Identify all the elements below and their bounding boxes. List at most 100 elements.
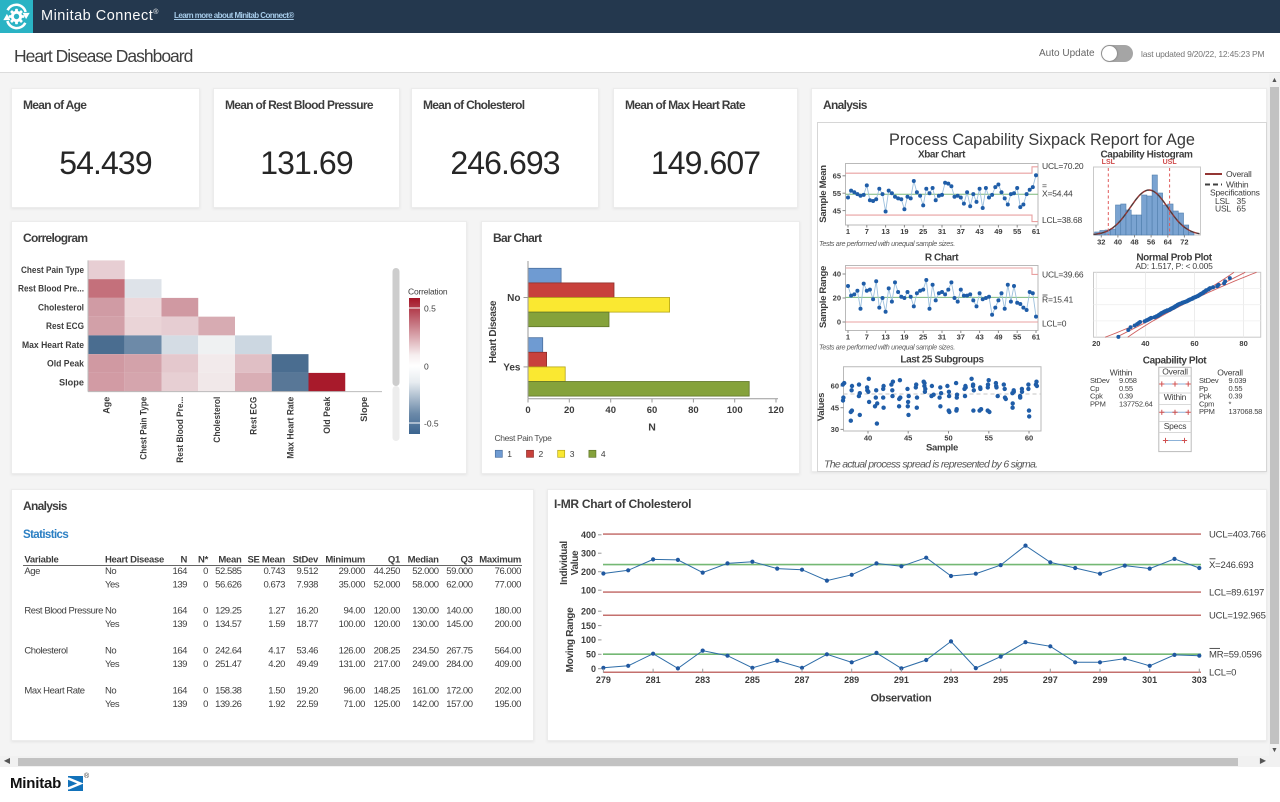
- svg-text:N: N: [180, 555, 187, 566]
- svg-text:0: 0: [203, 579, 208, 590]
- svg-text:Max Heart Rate: Max Heart Rate: [285, 397, 296, 459]
- svg-text:Q3: Q3: [461, 555, 473, 566]
- svg-text:Age: Age: [24, 566, 40, 577]
- svg-text:131.00: 131.00: [339, 659, 366, 670]
- svg-text:1: 1: [507, 449, 512, 459]
- svg-text:18.77: 18.77: [296, 619, 318, 630]
- svg-text:0: 0: [591, 664, 596, 674]
- svg-text:40: 40: [833, 270, 841, 279]
- svg-text:MR=59.0596: MR=59.0596: [1209, 649, 1262, 660]
- svg-text:45: 45: [904, 434, 912, 443]
- svg-text:LSL: LSL: [1102, 159, 1116, 166]
- svg-text:Variable: Variable: [24, 555, 58, 566]
- svg-text:25: 25: [919, 227, 927, 236]
- svg-text:Heart Disease: Heart Disease: [488, 300, 499, 363]
- svg-text:-0.5: -0.5: [424, 419, 439, 429]
- svg-text:SE Mean: SE Mean: [248, 555, 286, 566]
- svg-text:Heart Disease: Heart Disease: [105, 555, 164, 566]
- svg-text:60: 60: [647, 405, 658, 416]
- svg-text:LCL=89.6197: LCL=89.6197: [1209, 587, 1264, 598]
- svg-text:65: 65: [833, 172, 841, 181]
- svg-text:164: 164: [172, 566, 187, 577]
- svg-text:PPM: PPM: [1199, 407, 1215, 416]
- svg-text:Sample Mean: Sample Mean: [818, 165, 829, 223]
- svg-text:Old Peak: Old Peak: [322, 396, 333, 434]
- svg-text:22.59: 22.59: [296, 699, 318, 710]
- svg-text:43: 43: [975, 227, 983, 236]
- svg-text:293: 293: [943, 675, 958, 685]
- svg-text:Chest Pain Type: Chest Pain Type: [138, 397, 149, 460]
- svg-text:60: 60: [1025, 434, 1033, 443]
- svg-text:The actual process spread is r: The actual process spread is represented…: [824, 459, 1037, 471]
- svg-text:52.585: 52.585: [215, 566, 242, 577]
- svg-text:137068.58: 137068.58: [1229, 407, 1263, 416]
- svg-text:Mean: Mean: [218, 555, 242, 566]
- svg-text:285: 285: [745, 675, 760, 685]
- svg-text:Xbar Chart: Xbar Chart: [918, 150, 966, 161]
- svg-text:142.00: 142.00: [412, 699, 439, 710]
- svg-text:200.00: 200.00: [495, 619, 522, 630]
- svg-text:Minimum: Minimum: [325, 555, 365, 566]
- svg-text:Values: Values: [816, 393, 827, 421]
- svg-text:65: 65: [1237, 203, 1247, 213]
- svg-text:139.26: 139.26: [215, 699, 242, 710]
- svg-text:45: 45: [833, 206, 841, 215]
- svg-text:Rest Blood Pressure: Rest Blood Pressure: [24, 606, 103, 617]
- svg-text:279: 279: [596, 675, 611, 685]
- svg-text:19.20: 19.20: [296, 686, 318, 697]
- svg-text:Observation: Observation: [871, 693, 932, 705]
- svg-text:0: 0: [424, 362, 429, 372]
- svg-text:100: 100: [727, 405, 743, 416]
- svg-text:37: 37: [957, 333, 965, 342]
- svg-text:0: 0: [203, 606, 208, 617]
- svg-text:134.57: 134.57: [215, 619, 242, 630]
- svg-text:251.47: 251.47: [215, 659, 242, 670]
- svg-text:284.00: 284.00: [446, 659, 473, 670]
- svg-text:120.00: 120.00: [374, 606, 401, 617]
- svg-text:32: 32: [1097, 238, 1105, 247]
- svg-text:Max Heart Rate: Max Heart Rate: [24, 686, 84, 697]
- svg-text:130.00: 130.00: [412, 606, 439, 617]
- svg-text:29.000: 29.000: [339, 566, 366, 577]
- svg-text:1.59: 1.59: [268, 619, 285, 630]
- svg-text:130.00: 130.00: [412, 619, 439, 630]
- svg-text:56.626: 56.626: [215, 579, 242, 590]
- svg-text:148.25: 148.25: [374, 686, 401, 697]
- svg-text:164: 164: [172, 646, 187, 657]
- svg-text:0.5: 0.5: [424, 304, 436, 314]
- svg-text:Specs: Specs: [1164, 421, 1187, 431]
- svg-text:49: 49: [994, 227, 1002, 236]
- svg-text:291: 291: [894, 675, 909, 685]
- svg-text:0: 0: [525, 405, 530, 416]
- svg-text:50: 50: [586, 650, 596, 660]
- svg-text:7: 7: [865, 333, 869, 342]
- svg-text:180.00: 180.00: [495, 606, 522, 617]
- svg-text:Rest ECG: Rest ECG: [46, 321, 84, 332]
- svg-text:59.000: 59.000: [446, 566, 473, 577]
- svg-text:125.00: 125.00: [374, 699, 401, 710]
- svg-text:100: 100: [581, 585, 596, 595]
- svg-text:Sample Range: Sample Range: [818, 266, 829, 328]
- svg-text:0: 0: [203, 619, 208, 630]
- svg-text:Correlation: Correlation: [408, 287, 448, 297]
- svg-text:Age: Age: [102, 397, 113, 414]
- svg-text:4.17: 4.17: [268, 646, 285, 657]
- svg-text:164: 164: [172, 606, 187, 617]
- svg-text:129.25: 129.25: [215, 606, 242, 617]
- svg-text:60: 60: [1190, 339, 1198, 348]
- svg-text:195.00: 195.00: [495, 699, 522, 710]
- svg-text:287: 287: [794, 675, 809, 685]
- svg-text:Rest Blood Pre...: Rest Blood Pre...: [18, 284, 84, 295]
- svg-text:AD: 1.517, P: < 0.005: AD: 1.517, P: < 0.005: [1135, 261, 1213, 271]
- svg-text:49: 49: [994, 333, 1002, 342]
- svg-text:Maximum: Maximum: [479, 555, 521, 566]
- svg-text:400: 400: [581, 530, 596, 540]
- svg-text:4: 4: [601, 449, 606, 459]
- svg-text:139: 139: [172, 619, 187, 630]
- svg-text:120.00: 120.00: [374, 619, 401, 630]
- svg-text:30: 30: [831, 425, 839, 434]
- svg-text:137752.64: 137752.64: [1119, 399, 1153, 408]
- svg-text:157.00: 157.00: [446, 699, 473, 710]
- svg-text:283: 283: [695, 675, 710, 685]
- svg-text:Within: Within: [1164, 392, 1187, 402]
